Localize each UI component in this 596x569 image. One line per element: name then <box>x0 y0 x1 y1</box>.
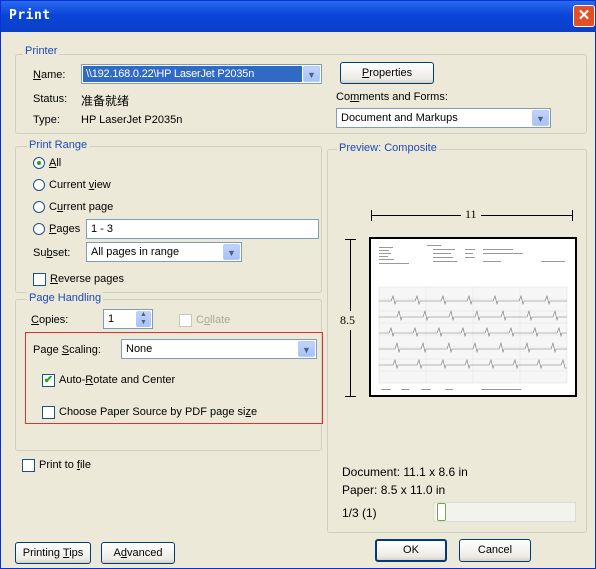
printer-status-label: Status: <box>33 93 68 105</box>
close-icon[interactable]: ✕ <box>573 5 595 27</box>
pages-input[interactable]: 1 - 3 <box>86 219 319 239</box>
comments-forms-select[interactable]: Document and Markups ▼ <box>336 108 551 128</box>
pages-input-value: 1 - 3 <box>91 223 114 235</box>
height-dimension-label: 8.5 <box>340 311 355 330</box>
properties-button[interactable]: Properties <box>340 62 434 84</box>
preview-section-label: Preview: Composite <box>337 142 439 154</box>
radio-current-view-label[interactable]: Current view <box>49 179 111 191</box>
page-scaling-value: None <box>126 343 153 355</box>
print-to-file-checkbox[interactable] <box>22 459 35 472</box>
page-counter: 1/3 (1) <box>342 506 377 520</box>
printer-status-value: 准备就绪 <box>81 94 130 108</box>
subset-label: Subset: <box>33 247 71 259</box>
radio-current-page-label[interactable]: Current page <box>49 201 113 213</box>
printer-section-label: Printer <box>23 45 60 57</box>
auto-rotate-label[interactable]: Auto-Rotate and Center <box>59 374 175 386</box>
height-top-tick <box>345 239 356 240</box>
radio-current-page[interactable] <box>33 201 45 213</box>
page-scaling-label: Page Scaling: <box>33 344 101 356</box>
printer-name-select[interactable]: \\192.168.0.22\HP LaserJet P2035n ▼ <box>81 64 322 84</box>
print-range-section-label: Print Range <box>27 139 90 151</box>
preview-page <box>369 237 577 397</box>
radio-pages[interactable] <box>33 223 45 235</box>
page-handling-section-label: Page Handling <box>27 292 104 304</box>
print-dialog: Print ✕ Printer Name: \\192.168.0.22\HP … <box>0 0 596 569</box>
subset-value: All pages in range <box>91 246 180 258</box>
window-title: Print <box>9 8 51 23</box>
chevron-down-icon[interactable]: ▼ <box>532 110 549 126</box>
copies-stepper[interactable]: 1 ▲ ▼ <box>103 309 153 329</box>
comments-forms-label: Comments and Forms: <box>336 91 448 103</box>
paper-size-label: Paper: 8.5 x 11.0 in <box>342 483 446 497</box>
page-scrollbar-thumb[interactable] <box>437 503 446 521</box>
printing-tips-button[interactable]: Printing Tips <box>15 542 91 564</box>
width-left-tick <box>371 210 372 221</box>
printer-name-value: \\192.168.0.22\HP LaserJet P2035n <box>86 68 255 80</box>
copies-value: 1 <box>108 313 115 325</box>
chevron-down-icon[interactable]: ▼ <box>223 244 240 260</box>
comments-forms-value: Document and Markups <box>341 112 458 124</box>
copies-label: Copies: <box>31 314 69 326</box>
ecg-preview-graphic <box>378 245 568 390</box>
document-size-label: Document: 11.1 x 8.6 in <box>342 465 468 479</box>
width-dimension-label: 11 <box>461 207 481 222</box>
height-bottom-tick <box>345 396 356 397</box>
advanced-button[interactable]: Advanced <box>101 542 175 564</box>
subset-select[interactable]: All pages in range ▼ <box>86 242 242 262</box>
collate-label: Collate <box>196 314 231 326</box>
cancel-button[interactable]: Cancel <box>459 539 531 562</box>
printer-type-label: Type: <box>33 114 60 126</box>
radio-pages-label[interactable]: Pages <box>49 223 80 235</box>
chevron-down-icon[interactable]: ▼ <box>303 66 320 82</box>
print-to-file-label[interactable]: Print to file <box>39 459 91 471</box>
auto-rotate-checkbox[interactable]: ✔ <box>42 374 55 387</box>
reverse-pages-label[interactable]: Reverse pages <box>50 273 124 285</box>
collate-checkbox[interactable] <box>179 314 192 327</box>
spinner-icon[interactable]: ▲ ▼ <box>136 311 151 327</box>
chevron-down-icon[interactable]: ▼ <box>298 341 315 357</box>
printer-type-value: HP LaserJet P2035n <box>81 114 183 126</box>
printer-name-label: Name: <box>33 69 66 81</box>
reverse-pages-checkbox[interactable] <box>33 273 46 286</box>
paper-source-checkbox[interactable] <box>42 406 55 419</box>
radio-all-label[interactable]: All <box>49 157 61 169</box>
radio-current-view[interactable] <box>33 179 45 191</box>
page-scrollbar-track[interactable] <box>433 502 576 522</box>
width-right-tick <box>572 210 573 221</box>
title-bar[interactable]: Print ✕ <box>1 1 595 32</box>
page-scaling-select[interactable]: None ▼ <box>121 339 317 359</box>
radio-all[interactable] <box>33 157 45 169</box>
paper-source-label[interactable]: Choose Paper Source by PDF page size <box>59 406 257 418</box>
ok-button[interactable]: OK <box>375 539 447 562</box>
